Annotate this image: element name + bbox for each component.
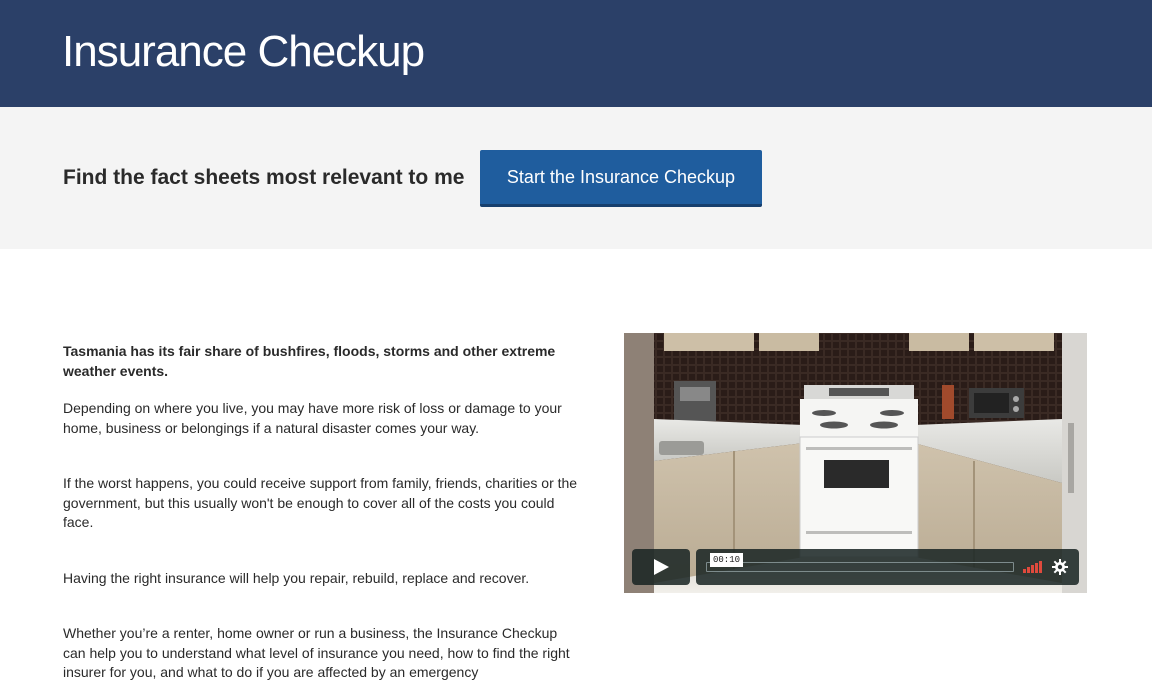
page-title: Insurance Checkup [62, 27, 425, 76]
video-controls: 00:10 [632, 549, 1079, 585]
intro-paragraph: If the worst happens, you could receive … [63, 475, 578, 530]
video-player[interactable]: 00:10 [624, 333, 1087, 593]
control-bar: 00:10 [696, 549, 1079, 585]
intro-paragraph: Whether you’re a renter, home owner or r… [63, 625, 570, 680]
current-time: 00:10 [710, 553, 744, 567]
cta-band: Find the fact sheets most relevant to me… [0, 107, 1152, 249]
intro-lead: Tasmania has its fair share of bushfires… [63, 343, 556, 379]
intro-paragraph: Having the right insurance will help you… [63, 569, 530, 586]
gear-icon[interactable] [1052, 559, 1068, 575]
intro-content: Tasmania has its fair share of bushfires… [63, 342, 583, 683]
play-button[interactable] [632, 549, 690, 585]
intro-paragraph: Depending on where you live, you may hav… [63, 400, 562, 436]
site-header: Insurance Checkup [0, 0, 1152, 107]
progress-bar[interactable]: 00:10 [706, 553, 1014, 572]
cta-heading: Find the fact sheets most relevant to me [63, 166, 465, 189]
volume-icon[interactable] [1023, 561, 1045, 573]
start-checkup-button[interactable]: Start the Insurance Checkup [480, 150, 762, 207]
play-icon [654, 559, 669, 575]
